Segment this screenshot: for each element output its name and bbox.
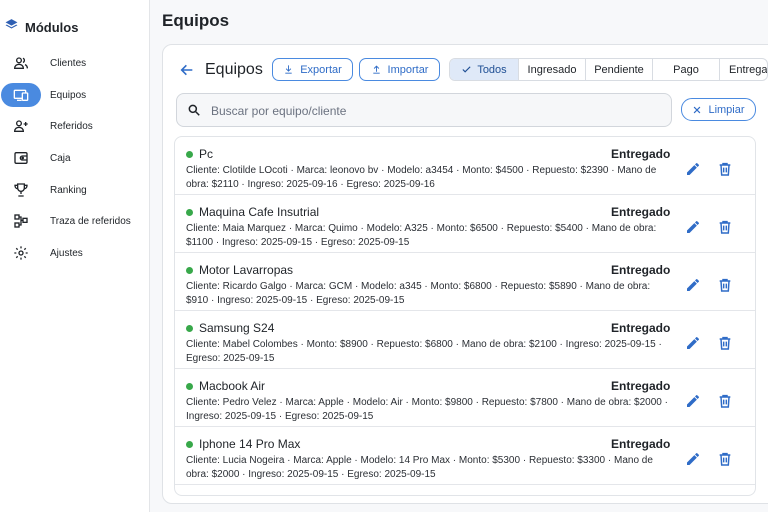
filter-ingresado[interactable]: Ingresado — [518, 59, 585, 80]
equipo-name: Motor Lavarropas — [199, 263, 294, 277]
filter-entregado[interactable]: Entregado — [719, 59, 767, 80]
equipo-details: Cliente: Lucia Nogeira · Marca: Apple · … — [186, 455, 653, 480]
status-badge: Entregado — [611, 263, 671, 277]
trophy-icon — [1, 178, 41, 202]
equipo-name: Macbook Air — [199, 379, 266, 393]
equipos-list: Pc Entregado Cliente: Clotilde LOcoti · … — [174, 136, 756, 496]
filter-pago[interactable]: Pago — [652, 59, 719, 80]
filter-label: Entregado — [729, 63, 767, 76]
sidebar-item-caja[interactable]: Caja — [0, 146, 150, 170]
list-item[interactable]: Maquina Cafe Insutrial Entregado Cliente… — [175, 195, 755, 253]
sidebar-item-label: Ranking — [50, 184, 87, 196]
list-item[interactable]: Samsung S24 Entregado Cliente: Mabel Col… — [175, 311, 755, 369]
sidebar-brand-title: Módulos — [25, 19, 79, 35]
status-badge: Entregado — [611, 321, 671, 335]
clear-button-label: Limpiar — [708, 103, 745, 116]
page-title: Equipos — [162, 11, 230, 30]
sidebar-item-label: Referidos — [50, 120, 93, 132]
pencil-icon[interactable] — [685, 335, 701, 351]
sidebar: Módulos Clientes Equipos Referidos Caja … — [0, 0, 150, 512]
sidebar-item-traza-de-referidos[interactable]: Traza de referidos — [0, 209, 150, 233]
status-dot — [186, 325, 193, 332]
trash-icon[interactable] — [717, 393, 733, 409]
equipo-name: Pc — [199, 147, 214, 161]
users-icon — [1, 51, 41, 75]
filter-label: Pendiente — [594, 63, 644, 76]
export-button-label: Exportar — [300, 63, 342, 76]
sidebar-item-label: Ajustes — [50, 247, 83, 259]
equipo-name: Samsung S24 — [199, 321, 275, 335]
upload-icon — [372, 65, 380, 74]
list-item[interactable]: Iphone 14 Pro Max Entregado Cliente: Luc… — [175, 427, 755, 485]
pencil-icon[interactable] — [685, 451, 701, 467]
equipo-details: Cliente: Clotilde LOcoti · Marca: leonov… — [186, 165, 657, 190]
list-item[interactable]: Macbook Air Entregado Cliente: Pedro Vel… — [175, 369, 755, 427]
filter-todos[interactable]: Todos — [450, 59, 518, 80]
person-add-icon — [1, 114, 41, 138]
status-badge: Entregado — [611, 205, 671, 219]
sidebar-item-label: Traza de referidos — [50, 215, 131, 227]
search-icon — [188, 104, 200, 116]
filter-label: Ingresado — [527, 63, 577, 76]
equipo-name: Maquina Cafe Insutrial — [199, 205, 320, 219]
sidebar-brand: Módulos — [5, 18, 78, 36]
sidebar-item-referidos[interactable]: Referidos — [0, 114, 150, 138]
gear-icon — [1, 241, 41, 265]
status-filter: Todos Ingresado Pendiente Pago Entregado — [449, 58, 768, 81]
equipo-details: Cliente: Ricardo Galgo · Marca: GCM · Mo… — [186, 281, 651, 306]
equipo-details: Cliente: Pedro Velez · Marca: Apple · Mo… — [186, 397, 668, 422]
download-icon — [285, 65, 292, 74]
card-title: Equipos — [205, 61, 263, 78]
sidebar-item-clientes[interactable]: Clientes — [0, 51, 150, 75]
status-badge: Entregado — [611, 379, 671, 393]
equipo-details: Cliente: Mabel Colombes · Monto: $8900 ·… — [186, 339, 662, 364]
status-dot — [186, 383, 193, 390]
filter-label: Todos — [477, 63, 507, 76]
equipo-name: Iphone 14 Pro Max — [199, 437, 301, 451]
status-dot — [186, 209, 193, 216]
check-icon — [462, 66, 471, 73]
pencil-icon[interactable] — [685, 161, 701, 177]
status-badge: Entregado — [611, 437, 671, 451]
pencil-icon[interactable] — [685, 219, 701, 235]
layers-icon — [5, 18, 18, 36]
pencil-icon[interactable] — [685, 277, 701, 293]
clear-button[interactable]: Limpiar — [681, 98, 756, 121]
close-icon — [694, 106, 701, 113]
hierarchy-icon — [1, 209, 41, 233]
pencil-icon[interactable] — [685, 393, 701, 409]
status-dot — [186, 441, 193, 448]
filter-pendiente[interactable]: Pendiente — [585, 59, 652, 80]
search-box — [176, 93, 672, 127]
wallet-icon — [1, 146, 41, 170]
status-dot — [186, 267, 193, 274]
sidebar-item-label: Clientes — [50, 57, 87, 69]
status-dot — [186, 151, 193, 158]
export-button[interactable]: Exportar — [272, 58, 353, 81]
status-badge: Entregado — [611, 147, 671, 161]
trash-icon[interactable] — [717, 161, 733, 177]
sidebar-item-ranking[interactable]: Ranking — [0, 178, 150, 202]
sidebar-item-label: Caja — [50, 152, 71, 164]
devices-icon — [1, 83, 41, 107]
trash-icon[interactable] — [717, 277, 733, 293]
import-button-label: Importar — [387, 63, 429, 76]
sidebar-item-label: Equipos — [50, 89, 87, 101]
sidebar-item-equipos[interactable]: Equipos — [0, 83, 150, 107]
equipo-details: Cliente: Maia Marquez · Marca: Quimo · M… — [186, 223, 657, 248]
trash-icon[interactable] — [717, 219, 733, 235]
list-item[interactable]: Motor Lavarropas Entregado Cliente: Rica… — [175, 253, 755, 311]
search-input[interactable] — [211, 101, 651, 121]
list-item[interactable]: Pc Entregado Cliente: Clotilde LOcoti · … — [175, 137, 755, 195]
trash-icon[interactable] — [717, 335, 733, 351]
trash-icon[interactable] — [717, 451, 733, 467]
sidebar-item-ajustes[interactable]: Ajustes — [0, 241, 150, 265]
back-button[interactable] — [177, 61, 197, 79]
filter-label: Pago — [673, 63, 699, 76]
arrow-left-icon — [180, 64, 193, 76]
import-button[interactable]: Importar — [359, 58, 440, 81]
